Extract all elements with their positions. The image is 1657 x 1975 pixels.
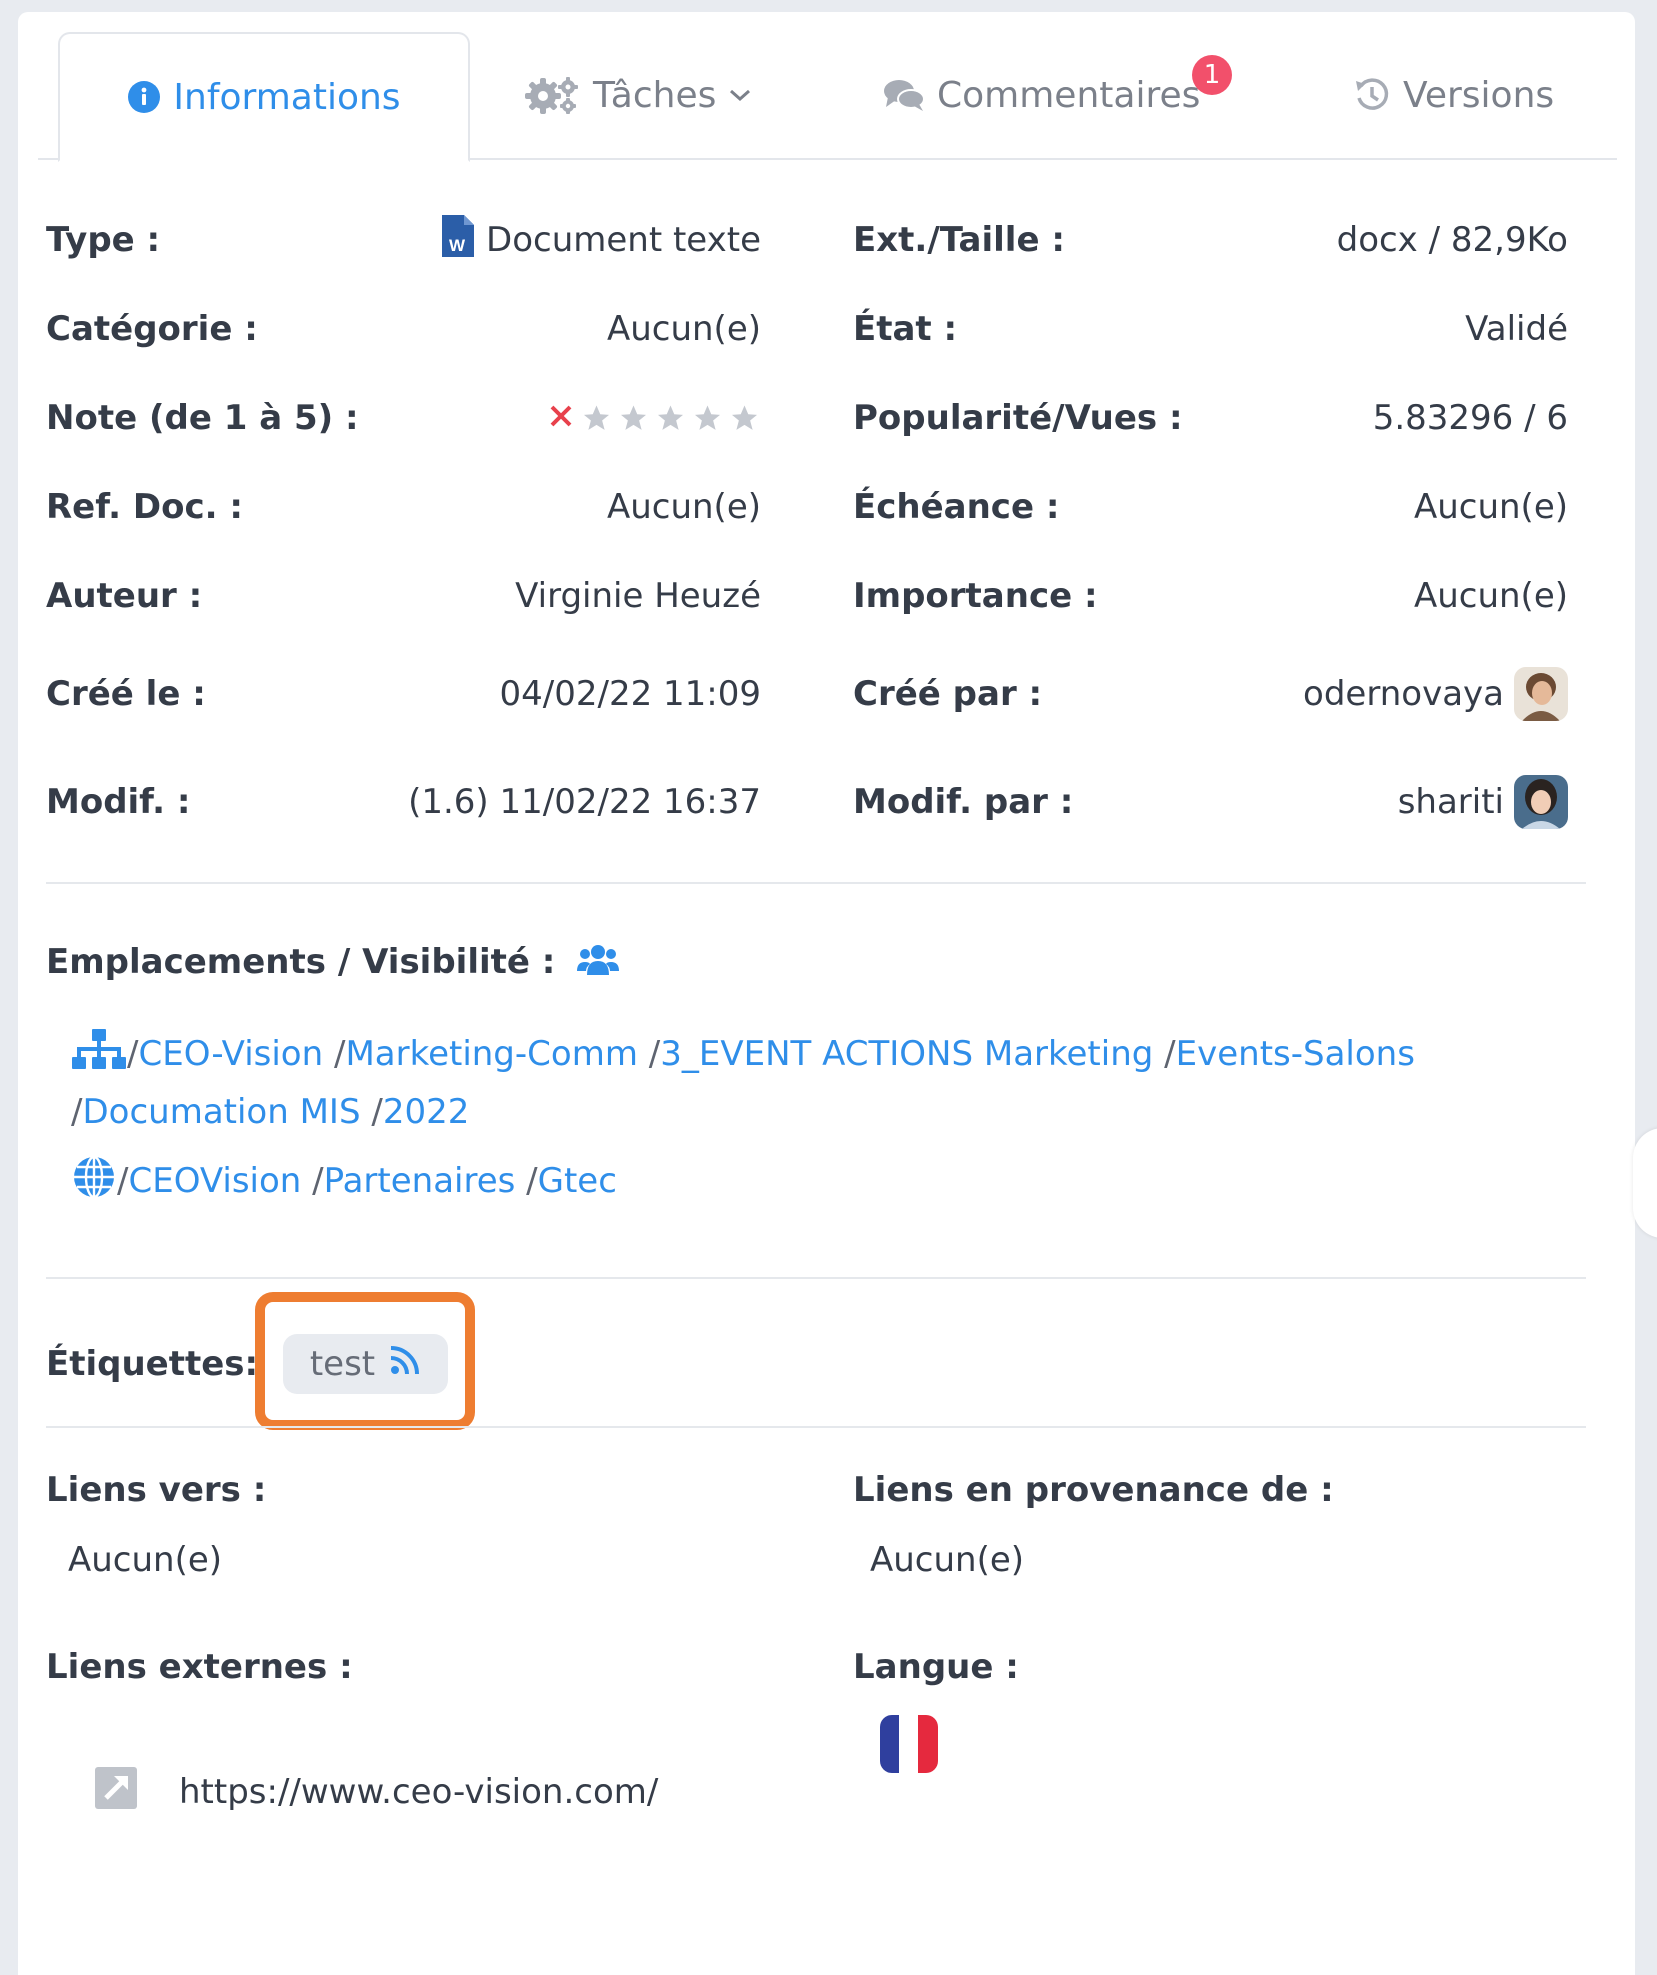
importance-value: Aucun(e) [1413,576,1568,616]
history-icon [1353,76,1391,114]
modif-par-value: shariti [1398,772,1568,832]
globe-icon [71,1154,117,1215]
cree-le-value: 04/02/22 11:09 [499,674,762,714]
comment-count-badge: 1 [1192,55,1232,95]
categorie-value: Aucun(e) [606,309,761,349]
svg-text:W: W [449,236,466,255]
avatar[interactable] [1514,667,1568,721]
chevron-down-icon [728,87,752,103]
type-label: Type : [46,220,161,260]
path-link[interactable]: 3_EVENT ACTIONS Marketing [660,1034,1153,1074]
liens-vers-value: Aucun(e) [68,1540,223,1580]
star-icon[interactable] [580,403,613,433]
modif-par-label: Modif. par : [853,782,1074,822]
langue-label: Langue : [853,1647,1019,1687]
type-value: W Document texte [440,210,761,270]
echeance-label: Échéance : [853,487,1060,527]
tab-informations[interactable]: Informations [58,32,470,162]
flag-fr-icon[interactable] [880,1715,938,1777]
star-icon[interactable] [691,403,724,433]
external-link[interactable]: https://www.ceo-vision.com/ [179,1772,658,1812]
tab-versions[interactable]: Versions [1353,32,1554,158]
liens-provenance-label: Liens en provenance de : [853,1470,1334,1510]
gears-icon [523,74,581,116]
divider [46,882,1586,884]
cree-par-value: odernovaya [1303,664,1568,724]
path-link[interactable]: Events-Salons [1176,1034,1415,1074]
divider [46,1426,1586,1428]
tab-taches-label: Tâches [593,74,717,116]
emplacements-header: Emplacements / Visibilité : [46,932,620,992]
star-icon[interactable] [728,403,761,433]
tab-taches[interactable]: Tâches [523,32,752,158]
comments-icon [883,77,925,113]
etat-label: État : [853,309,958,349]
path-link[interactable]: Marketing-Comm [345,1034,638,1074]
divider [46,1277,1586,1279]
tab-versions-label: Versions [1403,74,1555,116]
cree-par-label: Créé par : [853,674,1043,714]
ref-value: Aucun(e) [606,487,761,527]
emplacements-label: Emplacements / Visibilité : [46,942,556,982]
rating-stars [548,388,761,448]
modif-value: (1.6) 11/02/22 16:37 [408,782,761,822]
external-link-row: https://www.ceo-vision.com/ [93,1762,658,1822]
tab-bar: Informations Tâches Commentaires 1 Versi… [38,32,1617,162]
path-link[interactable]: Documation MIS [82,1092,360,1132]
location-path-2: /CEOVision /Partenaires /Gtec [71,1154,1571,1215]
star-icon[interactable] [654,403,687,433]
cree-le-label: Créé le : [46,674,206,714]
info-icon [127,80,161,114]
stars-container [580,403,761,433]
path-link[interactable]: Gtec [538,1161,617,1201]
star-icon[interactable] [617,403,650,433]
popularite-value: 5.83296 / 6 [1372,398,1568,438]
ext-label: Ext./Taille : [853,220,1065,260]
path-link[interactable]: Partenaires [324,1161,516,1201]
word-doc-icon: W [440,213,476,268]
etat-value: Validé [1465,309,1568,349]
tab-commentaires-label: Commentaires [937,74,1201,116]
sitemap-icon [71,1027,127,1086]
tab-commentaires[interactable]: Commentaires [883,32,1200,158]
categorie-label: Catégorie : [46,309,258,349]
location-path-1: /CEO-Vision /Marketing-Comm /3_EVENT ACT… [71,1027,1571,1138]
modif-label: Modif. : [46,782,191,822]
path-link[interactable]: CEOVision [128,1161,301,1201]
ref-label: Ref. Doc. : [46,487,244,527]
highlight-box [255,1292,475,1430]
tab-informations-label: Informations [173,76,401,118]
external-link-icon [93,1765,139,1820]
avatar[interactable] [1514,775,1568,829]
ext-value: docx / 82,9Ko [1336,220,1568,260]
auteur-value: Virginie Heuzé [515,576,761,616]
side-chat-handle[interactable] [1633,1128,1657,1238]
path-link[interactable]: 2022 [383,1092,470,1132]
liens-provenance-value: Aucun(e) [870,1540,1025,1580]
document-info-panel: Informations Tâches Commentaires 1 Versi… [18,12,1635,1975]
cree-par-user[interactable]: odernovaya [1303,674,1504,714]
etiquettes-label: Étiquettes: [46,1344,259,1384]
importance-label: Importance : [853,576,1098,616]
liens-vers-label: Liens vers : [46,1470,267,1510]
echeance-value: Aucun(e) [1413,487,1568,527]
path-link[interactable]: CEO-Vision [138,1034,323,1074]
auteur-label: Auteur : [46,576,203,616]
note-label: Note (de 1 à 5) : [46,398,359,438]
popularite-label: Popularité/Vues : [853,398,1183,438]
clear-rating-icon[interactable] [548,398,574,438]
modif-par-user[interactable]: shariti [1398,782,1504,822]
users-icon[interactable] [577,943,620,981]
liens-externes-label: Liens externes : [46,1647,353,1687]
